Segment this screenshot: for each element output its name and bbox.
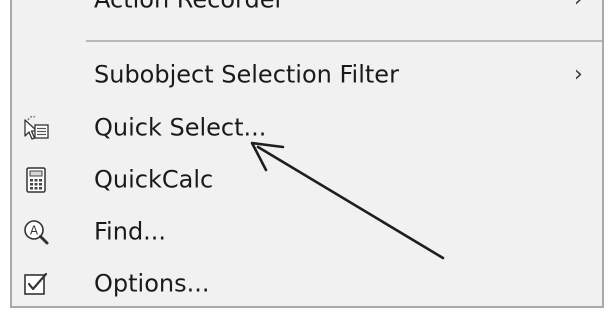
menu-item-label: QuickCalc — [94, 165, 214, 194]
context-menu: Action Recorder › Subobject Selection Fi… — [10, 0, 604, 308]
menu-item-options[interactable]: Options... — [12, 259, 602, 306]
chevron-right-icon: › — [574, 62, 583, 87]
calculator-icon — [22, 166, 50, 194]
menu-item-action-recorder[interactable]: Action Recorder › — [12, 0, 602, 20]
menu-item-label: Options... — [94, 269, 210, 298]
menu-item-label: Quick Select... — [94, 113, 267, 142]
menu-item-quickcalc[interactable]: QuickCalc — [12, 155, 602, 205]
menu-item-label: Subobject Selection Filter — [94, 60, 399, 89]
menu-item-find[interactable]: A Find... — [12, 207, 602, 257]
menu-item-label: Action Recorder — [94, 0, 284, 13]
svg-text:A: A — [30, 224, 39, 238]
find-icon: A — [22, 218, 50, 246]
menu-separator — [86, 40, 602, 42]
menu-item-subobject-selection-filter[interactable]: Subobject Selection Filter › — [12, 50, 602, 100]
options-checkbox-icon — [22, 270, 50, 298]
quick-select-icon — [22, 114, 50, 142]
chevron-right-icon: › — [574, 0, 583, 12]
menu-item-label: Find... — [94, 217, 167, 246]
menu-item-quick-select[interactable]: Quick Select... — [12, 103, 602, 153]
